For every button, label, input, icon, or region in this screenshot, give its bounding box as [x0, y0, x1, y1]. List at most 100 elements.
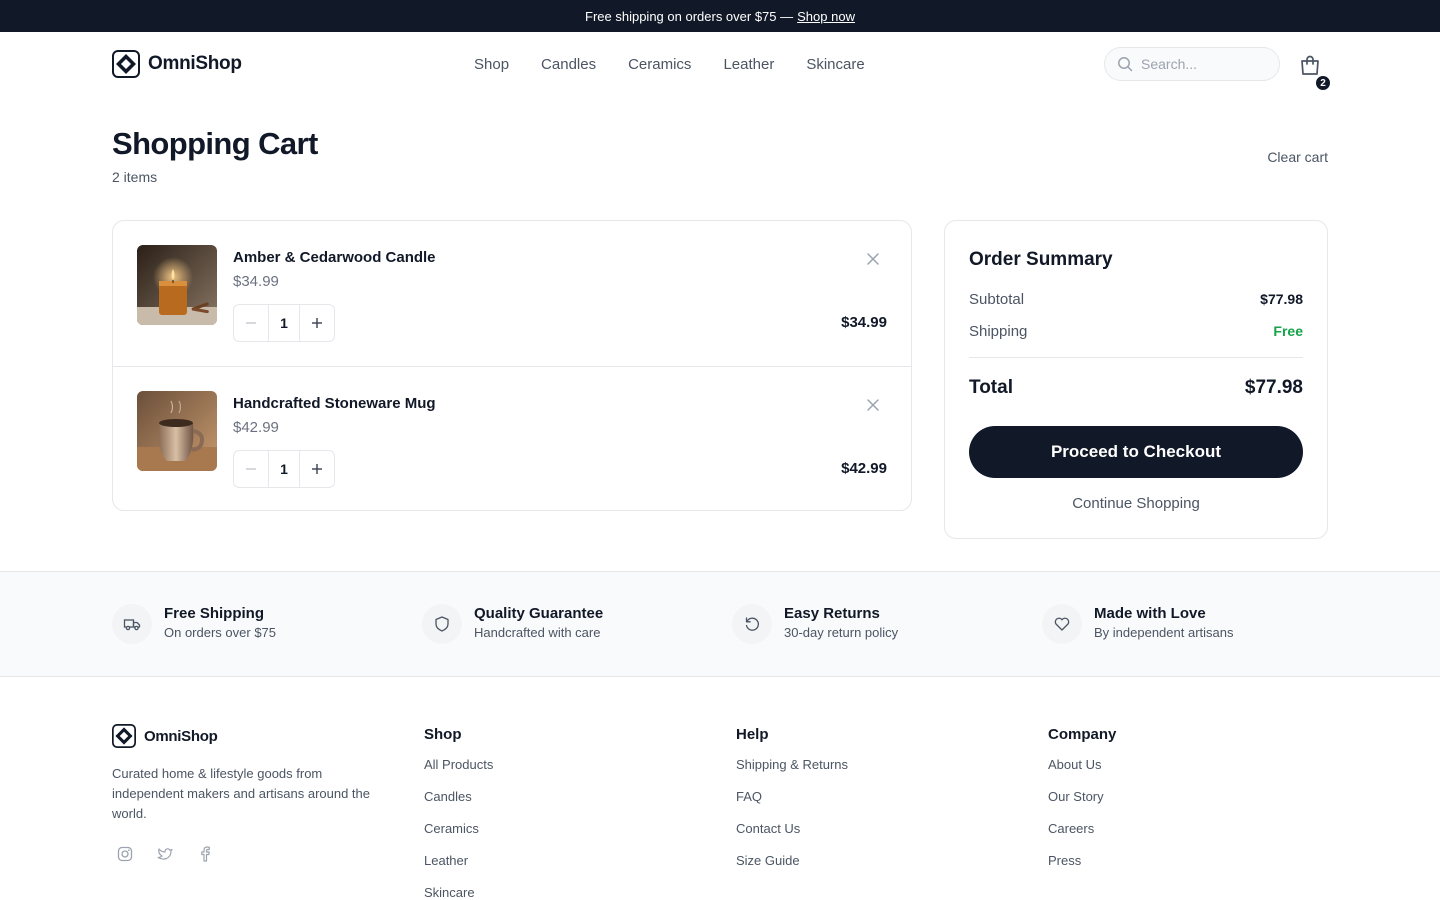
nav-leather[interactable]: Leather: [723, 56, 774, 73]
footer-link[interactable]: Our Story: [1048, 789, 1116, 807]
footer-column-help: Help Shipping & Returns FAQ Contact Us S…: [736, 726, 848, 885]
rotate-icon: [732, 604, 772, 644]
search-box[interactable]: [1104, 47, 1280, 81]
plus-icon: [312, 464, 322, 474]
brand-name: OmniShop: [148, 53, 242, 74]
footer-column-shop: Shop All Products Candles Ceramics Leath…: [424, 726, 493, 900]
item-unit-price: $34.99: [233, 273, 279, 290]
footer-link[interactable]: Contact Us: [736, 821, 848, 839]
continue-shopping-link[interactable]: Continue Shopping: [969, 495, 1303, 512]
item-line-total: $42.99: [841, 460, 887, 477]
truck-icon: [112, 604, 152, 644]
remove-item-icon[interactable]: [865, 251, 881, 267]
feature-title: Free Shipping: [164, 605, 265, 622]
footer-column-title: Shop: [424, 726, 462, 743]
plus-icon: [312, 318, 322, 328]
feature-easy-returns: Easy Returns 30-day return policy: [732, 604, 898, 644]
features-band: Free Shipping On orders over $75 Quality…: [0, 571, 1440, 677]
shop-now-link[interactable]: Shop now: [797, 9, 855, 24]
remove-item-icon[interactable]: [865, 397, 881, 413]
quantity-value[interactable]: 1: [268, 305, 300, 341]
feature-title: Easy Returns: [784, 605, 880, 622]
order-summary-title: Order Summary: [969, 249, 1113, 270]
main-nav: Shop Candles Ceramics Leather Skincare: [474, 32, 865, 96]
footer-description: Curated home & lifestyle goods from inde…: [112, 766, 371, 821]
footer-link[interactable]: FAQ: [736, 789, 848, 807]
decrease-quantity-button[interactable]: [234, 451, 268, 487]
cart-item-count: 2 items: [112, 169, 158, 185]
subtotal-row: Subtotal $77.98: [969, 291, 1303, 308]
nav-ceramics[interactable]: Ceramics: [628, 56, 691, 73]
item-unit-price: $42.99: [233, 419, 279, 436]
footer-column-title: Company: [1048, 726, 1117, 743]
footer-column-title: Help: [736, 726, 769, 743]
nav-shop[interactable]: Shop: [474, 56, 509, 73]
shield-icon: [422, 604, 462, 644]
shipping-label: Shipping: [969, 323, 1028, 340]
nav-skincare[interactable]: Skincare: [806, 56, 864, 73]
footer-link[interactable]: Size Guide: [736, 853, 848, 871]
item-line-total: $34.99: [841, 314, 887, 331]
feature-quality-guarantee: Quality Guarantee Handcrafted with care: [422, 604, 603, 644]
social-links: [117, 846, 213, 862]
twitter-icon[interactable]: [157, 846, 173, 862]
footer-link[interactable]: Candles: [424, 789, 493, 807]
footer-link[interactable]: Shipping & Returns: [736, 757, 848, 775]
footer-link[interactable]: Ceramics: [424, 821, 493, 839]
shopping-bag-icon[interactable]: [1298, 53, 1322, 77]
page-title: Shopping Cart: [112, 126, 318, 161]
decrease-quantity-button[interactable]: [234, 305, 268, 341]
footer-link[interactable]: Skincare: [424, 885, 493, 900]
order-summary-card: Order Summary Subtotal $77.98 Shipping F…: [944, 220, 1328, 539]
footer-link[interactable]: Leather: [424, 853, 493, 871]
feature-subtitle: Handcrafted with care: [474, 625, 601, 640]
total-row: Total $77.98: [969, 377, 1303, 399]
logo-mark-icon: [112, 50, 140, 78]
subtotal-value: $77.98: [1260, 291, 1303, 307]
logo[interactable]: OmniShop: [112, 50, 242, 78]
cart-count-badge: 2: [1314, 74, 1332, 92]
footer-link[interactable]: Careers: [1048, 821, 1116, 839]
subtotal-label: Subtotal: [969, 291, 1025, 308]
candle-photo[interactable]: [137, 245, 217, 325]
search-icon: [1118, 57, 1133, 72]
feature-subtitle: By independent artisans: [1094, 625, 1234, 640]
cart-item: Amber & Cedarwood Candle $34.99 1 $34.99: [113, 221, 911, 366]
search-input[interactable]: [1141, 56, 1261, 72]
quantity-value[interactable]: 1: [268, 451, 300, 487]
footer-column-company: Company About Us Our Story Careers Press: [1048, 726, 1116, 885]
shipping-row: Shipping Free: [969, 323, 1303, 340]
instagram-icon[interactable]: [117, 846, 133, 862]
heart-icon: [1042, 604, 1082, 644]
summary-divider: [969, 357, 1303, 358]
nav-candles[interactable]: Candles: [541, 56, 596, 73]
increase-quantity-button[interactable]: [300, 451, 334, 487]
feature-subtitle: 30-day return policy: [784, 625, 899, 640]
mug-photo[interactable]: [137, 391, 217, 471]
site-header: OmniShop Shop Candles Ceramics Leather S…: [0, 32, 1440, 96]
increase-quantity-button[interactable]: [300, 305, 334, 341]
site-footer: OmniShop Curated home & lifestyle goods …: [0, 678, 1440, 900]
footer-link[interactable]: Press: [1048, 853, 1116, 871]
announcement-text: Free shipping on orders over $75 —: [585, 8, 794, 24]
footer-link[interactable]: All Products: [424, 757, 493, 775]
clear-cart-button[interactable]: Clear cart: [1267, 149, 1328, 165]
total-value: $77.98: [1244, 377, 1303, 398]
footer-logo[interactable]: OmniShop: [112, 724, 218, 748]
feature-title: Quality Guarantee: [474, 605, 604, 622]
item-name[interactable]: Handcrafted Stoneware Mug: [233, 395, 436, 412]
feature-made-with-love: Made with Love By independent artisans: [1042, 604, 1233, 644]
total-label: Total: [969, 377, 1013, 398]
footer-link[interactable]: About Us: [1048, 757, 1116, 775]
cart-item: Handcrafted Stoneware Mug $42.99 1 $42.9…: [113, 366, 911, 510]
quantity-stepper: 1: [233, 304, 335, 342]
shipping-value: Free: [1273, 323, 1303, 339]
proceed-to-checkout-button[interactable]: Proceed to Checkout: [969, 426, 1303, 478]
feature-subtitle: On orders over $75: [164, 625, 277, 640]
facebook-icon[interactable]: [197, 846, 213, 862]
announcement-bar: Free shipping on orders over $75 — Shop …: [0, 0, 1440, 32]
cart-item-list: Amber & Cedarwood Candle $34.99 1 $34.99: [112, 220, 912, 511]
footer-brand-name: OmniShop: [144, 727, 218, 745]
item-name[interactable]: Amber & Cedarwood Candle: [233, 249, 436, 266]
logo-mark-icon: [112, 724, 136, 748]
